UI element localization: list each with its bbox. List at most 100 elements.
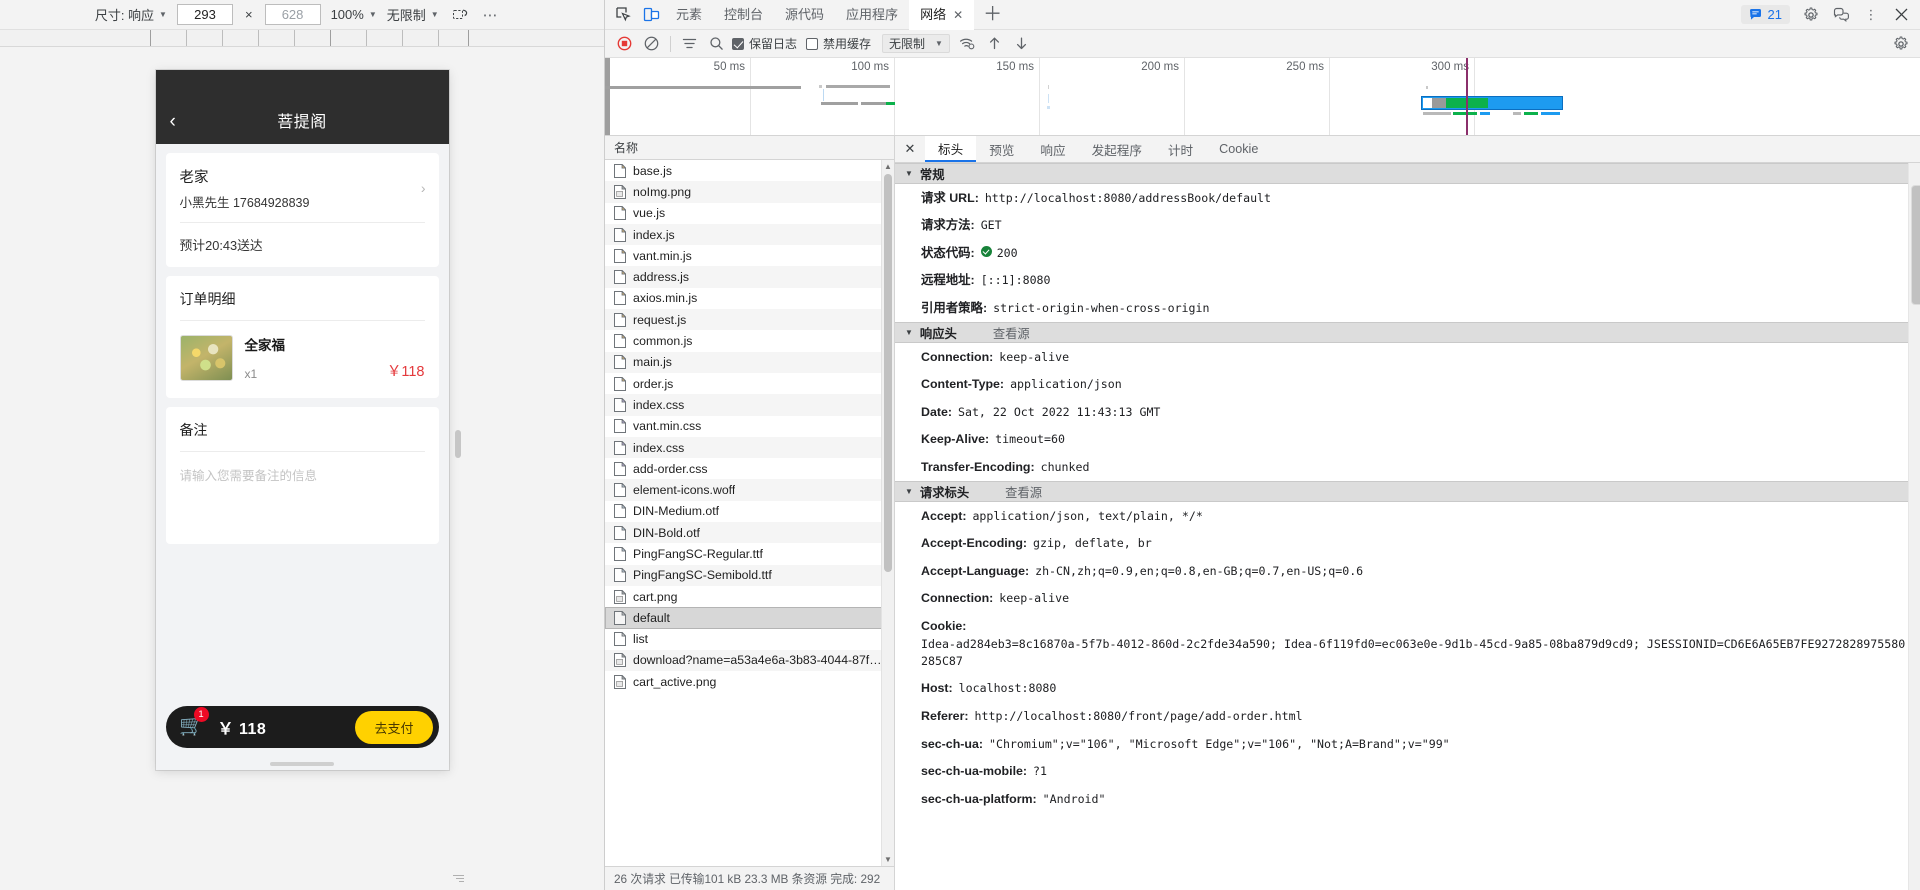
tab-timing[interactable]: 计时 [1155, 136, 1206, 162]
request-row-index-css-2[interactable]: index.css [605, 436, 894, 459]
record-stop-icon[interactable] [611, 32, 638, 56]
group-header-general[interactable]: ▼ 常规 [895, 163, 1920, 184]
disable-cache-checkbox[interactable]: 禁用缓存 [804, 35, 878, 52]
scroll-down-arrow-icon[interactable]: ▼ [882, 853, 894, 866]
request-row-list[interactable]: list [605, 629, 894, 650]
export-har-icon[interactable] [1008, 32, 1035, 56]
request-row-add-order-css[interactable]: add-order.css [605, 458, 894, 479]
request-list-header[interactable]: 名称 [605, 136, 894, 160]
script-file-icon [614, 269, 627, 285]
inspect-element-icon[interactable] [609, 2, 637, 28]
request-row-download[interactable]: download?name=a53a4e6a-3b83-4044-87f9-9c [605, 649, 894, 672]
request-name: list [633, 632, 649, 647]
details-scrollbar[interactable] [1908, 163, 1920, 890]
feedback-icon[interactable] [1826, 2, 1856, 28]
close-icon[interactable]: ✕ [895, 136, 925, 162]
clear-icon[interactable] [638, 32, 665, 56]
overview-selected-request-bar [1421, 96, 1563, 110]
request-row-default[interactable]: default [605, 607, 894, 629]
network-conditions-icon[interactable] [954, 32, 981, 56]
request-row-pingfang-regular[interactable]: PingFangSC-Regular.ttf [605, 543, 894, 564]
tab-response[interactable]: 响应 [1027, 136, 1078, 162]
device-height-input[interactable] [264, 4, 321, 25]
request-name: cart_active.png [633, 674, 717, 689]
group-header-response-headers[interactable]: ▼ 响应头 查看源 [895, 322, 1920, 344]
more-vertical-icon[interactable]: ⋮ [1856, 2, 1886, 28]
network-overview-timeline[interactable]: 50 ms 100 ms 150 ms 200 ms 250 ms 300 ms [605, 58, 1920, 136]
pay-button[interactable]: 去支付 [355, 710, 433, 744]
tab-initiator[interactable]: 发起程序 [1079, 136, 1155, 162]
viewport-resize-handle[interactable] [455, 430, 461, 458]
request-list-scrollbar[interactable]: ▲ ▼ [881, 160, 894, 866]
tab-preview[interactable]: 预览 [976, 136, 1027, 162]
rotate-device-icon[interactable] [449, 5, 471, 25]
message-bubble-icon [1749, 9, 1761, 20]
checkbox-unchecked-icon [806, 37, 819, 50]
overview-left-handle[interactable] [605, 58, 610, 135]
tab-cookie[interactable]: Cookie [1206, 136, 1271, 162]
request-row-vant-min-js[interactable]: vant.min.js [605, 245, 894, 266]
import-har-icon[interactable] [981, 32, 1008, 56]
request-row-main-js[interactable]: main.js [605, 351, 894, 373]
device-more-options-icon[interactable]: ⋯ [481, 6, 502, 24]
network-throttle-selector[interactable]: 无限制 ▼ [882, 34, 950, 53]
group-header-request-headers[interactable]: ▼ 请求标头 查看源 [895, 481, 1920, 503]
request-row-vue-js[interactable]: vue.js [605, 203, 894, 224]
request-row-din-medium-otf[interactable]: DIN-Medium.otf [605, 501, 894, 522]
device-toolbar-icon[interactable] [637, 2, 665, 28]
request-row-index-js[interactable]: index.js [605, 223, 894, 246]
request-row-cart-active-png[interactable]: cart_active.png [605, 671, 894, 692]
tab-console[interactable]: 控制台 [713, 0, 774, 30]
script-file-icon [614, 248, 627, 263]
close-icon[interactable]: ✕ [953, 0, 963, 30]
issues-badge[interactable]: 21 [1740, 5, 1790, 24]
plus-icon[interactable]: ＋ [974, 5, 1011, 24]
view-source-link[interactable]: 查看源 [1005, 483, 1042, 501]
zoom-selector[interactable]: 100% ▼ [331, 7, 377, 22]
request-row-axios-min-js[interactable]: axios.min.js [605, 288, 894, 309]
request-row-vant-min-css[interactable]: vant.min.css [605, 416, 894, 437]
cart-button[interactable]: 🛒 1 [166, 706, 218, 748]
request-row-element-icons-woff[interactable]: element-icons.woff [605, 479, 894, 501]
gear-icon[interactable] [1796, 2, 1826, 28]
header-row-cookie: Cookie: Idea-ad284eb3=8c16870a-5f7b-4012… [895, 613, 1920, 675]
details-body[interactable]: ▼ 常规 请求 URL: http://localhost:8080/addre… [895, 163, 1920, 890]
preserve-log-checkbox[interactable]: 保留日志 [730, 35, 804, 52]
request-row-common-js[interactable]: common.js [605, 330, 894, 351]
tab-elements[interactable]: 元素 [665, 0, 713, 30]
request-row-noimg-png[interactable]: noImg.png [605, 181, 894, 203]
network-settings-icon[interactable] [1887, 32, 1914, 56]
request-row-order-js[interactable]: order.js [605, 373, 894, 394]
request-row-request-js[interactable]: request.js [605, 309, 894, 331]
view-source-link[interactable]: 查看源 [993, 324, 1030, 342]
device-throttle-selector[interactable]: 无限制 ▼ [387, 5, 439, 24]
overview-request-bar [826, 85, 890, 88]
address-card[interactable]: 老家 小黑先生 17684928839 › 预计20:43送达 [165, 153, 439, 267]
tab-network[interactable]: 网络 ✕ [909, 0, 975, 30]
tab-application[interactable]: 应用程序 [835, 0, 909, 30]
chevron-right-icon[interactable]: › [421, 180, 426, 196]
request-row-din-bold-otf[interactable]: DIN-Bold.otf [605, 522, 894, 544]
scroll-up-arrow-icon[interactable]: ▲ [882, 160, 894, 173]
note-input-area[interactable]: 请输入您需要备注的信息 [166, 452, 439, 544]
address-block[interactable]: 老家 小黑先生 17684928839 › [166, 153, 439, 222]
device-width-input[interactable] [176, 4, 233, 25]
order-section-title: 订单明细 [179, 291, 236, 307]
header-key: Host: [921, 681, 953, 696]
search-icon[interactable] [703, 32, 730, 56]
close-icon[interactable] [1886, 2, 1916, 28]
request-row-cart-png[interactable]: cart.png [605, 586, 894, 607]
request-row-pingfang-semibold[interactable]: PingFangSC-Semibold.ttf [605, 564, 894, 586]
request-list-scroll[interactable]: base.js noImg.png vue.js index.js vant.m… [605, 160, 894, 866]
filter-icon[interactable] [676, 32, 703, 56]
request-row-index-css[interactable]: index.css [605, 394, 894, 416]
viewport-resize-corner[interactable] [452, 875, 464, 887]
request-row-base-js[interactable]: base.js [605, 160, 894, 181]
tab-sources[interactable]: 源代码 [774, 0, 835, 30]
scrollbar-thumb[interactable] [1911, 185, 1920, 305]
request-row-address-js[interactable]: address.js [605, 266, 894, 288]
tab-headers[interactable]: 标头 [925, 136, 977, 162]
device-size-selector[interactable]: 尺寸: 响应 ▼ [95, 5, 167, 24]
scrollbar-thumb[interactable] [884, 174, 892, 572]
address-contact: 小黑先生 17684928839 [179, 196, 310, 210]
